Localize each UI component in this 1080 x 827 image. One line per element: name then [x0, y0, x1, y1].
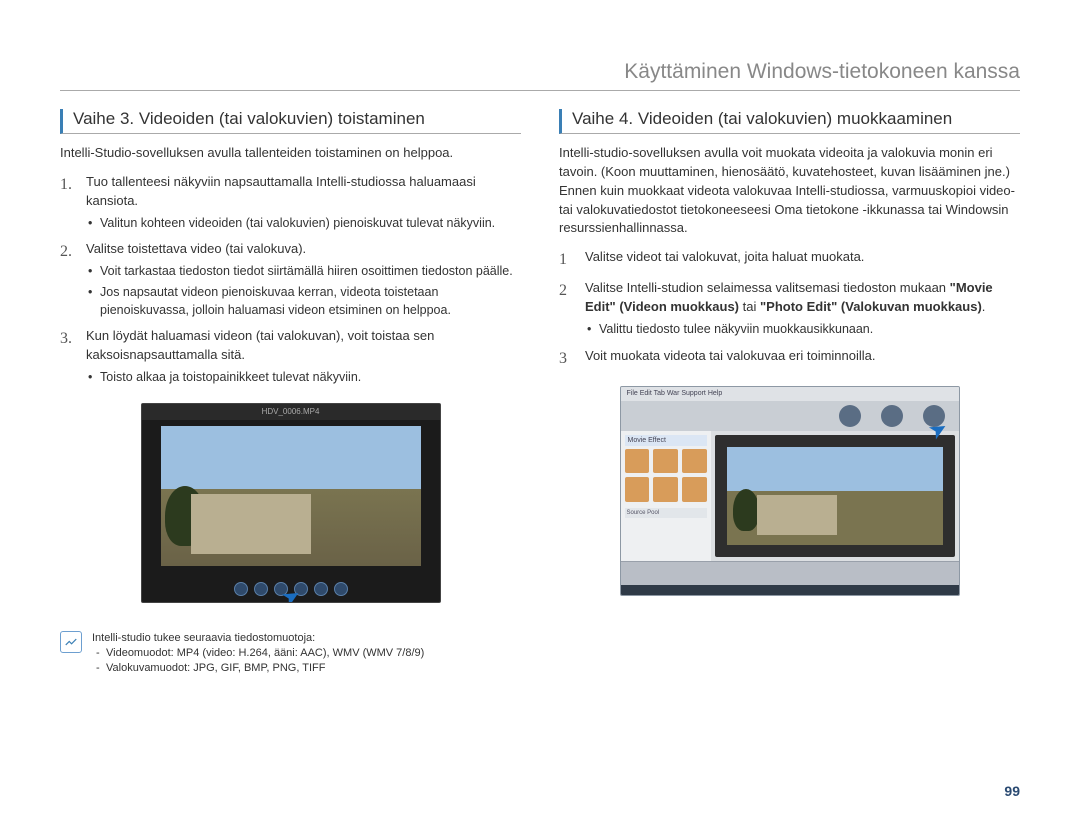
- house-shape: [757, 495, 837, 535]
- thumb: [653, 477, 678, 502]
- list-item: 3. Kun löydät haluamasi videon (tai valo…: [60, 327, 521, 386]
- editor-footer: [621, 585, 959, 596]
- library-icon: [839, 405, 861, 427]
- forward-icon: [314, 582, 328, 596]
- editor-sidepanel: Movie Effect Source Pool: [621, 431, 711, 561]
- page-header: Käyttäminen Windows-tietokoneen kanssa: [60, 60, 1020, 91]
- left-intro: Intelli-Studio-sovelluksen avulla tallen…: [60, 144, 521, 163]
- step-text-mid: tai: [739, 299, 760, 314]
- thumb: [653, 449, 678, 474]
- note-line: Videomuodot: MP4 (video: H.264, ääni: AA…: [92, 646, 521, 661]
- movie-edit-icon: [881, 405, 903, 427]
- source-pool-label: Source Pool: [625, 508, 707, 518]
- step-number: 3.: [60, 327, 76, 386]
- note-line: Valokuvamuodot: JPG, GIF, BMP, PNG, TIFF: [92, 661, 521, 676]
- list-item: 2. Valitse toistettava video (tai valoku…: [60, 240, 521, 319]
- sidepanel-tab: Movie Effect: [625, 435, 707, 446]
- note-line: Intelli-studio tukee seuraavia tiedostom…: [92, 631, 521, 646]
- step-number: 1.: [60, 173, 76, 232]
- tree-shape: [733, 489, 759, 531]
- left-steps: 1. Tuo tallenteesi näkyviin napsauttamal…: [60, 173, 521, 387]
- right-column: Vaihe 4. Videoiden (tai valokuvien) muok…: [559, 109, 1020, 677]
- list-item: 1 Valitse videot tai valokuvat, joita ha…: [559, 248, 1020, 271]
- editor-viewport: [715, 435, 955, 557]
- right-section-title: Vaihe 4. Videoiden (tai valokuvien) muok…: [559, 109, 1020, 134]
- bullet: Valittu tiedosto tulee näkyviin muokkaus…: [585, 321, 1020, 339]
- step-text: Kun löydät haluamasi videon (tai valokuv…: [86, 328, 434, 362]
- page-number: 99: [1004, 783, 1020, 799]
- step-number: 2.: [60, 240, 76, 319]
- viewport-frame: [727, 447, 943, 545]
- step-text: Valitse toistettava video (tai valokuva)…: [86, 241, 306, 256]
- player-titlebar: HDV_0006.MP4: [142, 404, 440, 420]
- house-shape: [191, 494, 311, 554]
- bullet: Voit tarkastaa tiedoston tiedot siirtämä…: [86, 263, 521, 281]
- right-steps: 1 Valitse videot tai valokuvat, joita ha…: [559, 248, 1020, 370]
- step-text: Valitse videot tai valokuvat, joita halu…: [585, 249, 864, 264]
- note-info-icon: [60, 631, 82, 653]
- step-number: 2: [559, 279, 575, 338]
- thumb: [625, 449, 650, 474]
- step-text-pre: Valitse Intelli-studion selaimessa valit…: [585, 280, 950, 295]
- effect-thumbnails: [625, 449, 707, 502]
- step-number: 1: [559, 248, 575, 271]
- editor-figure: File Edit Tab War Support Help Movie Eff…: [559, 386, 1020, 596]
- bullet: Valitun kohteen videoiden (tai valokuvie…: [86, 215, 521, 233]
- step-text-bold: "Photo Edit" (Valokuvan muokkaus): [760, 299, 982, 314]
- editor-screenshot: File Edit Tab War Support Help Movie Eff…: [620, 386, 960, 596]
- next-icon: [334, 582, 348, 596]
- header-title: Käyttäminen Windows-tietokoneen kanssa: [624, 60, 1020, 83]
- step-text-post: .: [982, 299, 986, 314]
- list-item: 1. Tuo tallenteesi näkyviin napsauttamal…: [60, 173, 521, 232]
- left-column: Vaihe 3. Videoiden (tai valokuvien) tois…: [60, 109, 521, 677]
- editor-timeline: [621, 561, 959, 585]
- list-item: 2 Valitse Intelli-studion selaimessa val…: [559, 279, 1020, 338]
- thumb: [682, 449, 707, 474]
- note-box: Intelli-studio tukee seuraavia tiedostom…: [60, 631, 521, 677]
- list-item: 3 Voit muokata videota tai valokuvaa eri…: [559, 347, 1020, 370]
- content-columns: Vaihe 3. Videoiden (tai valokuvien) tois…: [60, 109, 1020, 677]
- thumb: [625, 477, 650, 502]
- bullet: Jos napsautat videon pienoiskuvaa kerran…: [86, 284, 521, 319]
- video-player-screenshot: HDV_0006.MP4 ➤: [141, 403, 441, 603]
- bullet: Toisto alkaa ja toistopainikkeet tulevat…: [86, 369, 521, 387]
- right-intro: Intelli-studio-sovelluksen avulla voit m…: [559, 144, 1020, 238]
- step-text: Tuo tallenteesi näkyviin napsauttamalla …: [86, 174, 476, 208]
- editor-menubar: File Edit Tab War Support Help: [621, 387, 959, 401]
- thumb: [682, 477, 707, 502]
- rewind-icon: [254, 582, 268, 596]
- player-figure: HDV_0006.MP4 ➤: [60, 403, 521, 603]
- step-text: Voit muokata videota tai valokuvaa eri t…: [585, 348, 876, 363]
- left-section-title: Vaihe 3. Videoiden (tai valokuvien) tois…: [60, 109, 521, 134]
- prev-icon: [234, 582, 248, 596]
- editor-toolbar: [621, 401, 959, 431]
- video-frame: [161, 426, 421, 566]
- step-number: 3: [559, 347, 575, 370]
